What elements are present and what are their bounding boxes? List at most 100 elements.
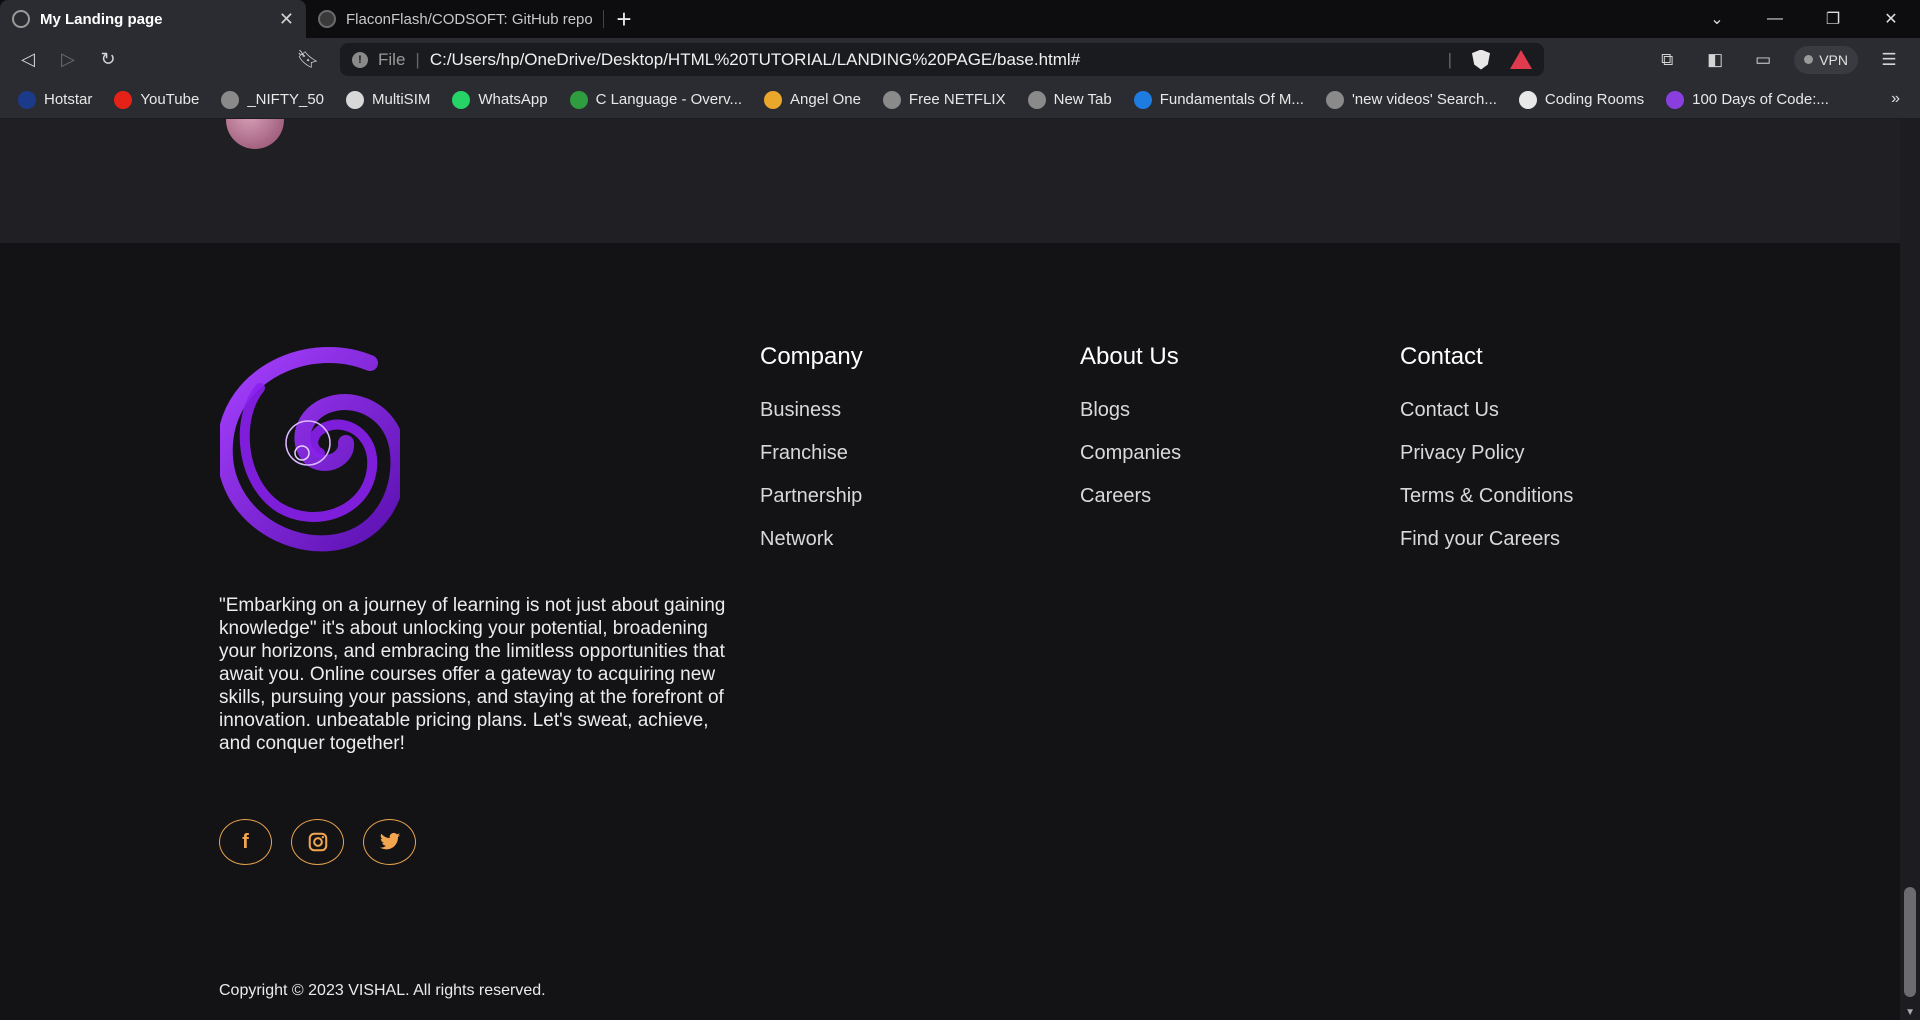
tab-my-landing-page[interactable]: My Landing page ✕ [0,0,306,38]
footer-link-contact-us[interactable]: Contact Us [1400,399,1573,442]
scroll-down-icon[interactable]: ▼ [1905,1007,1915,1018]
footer-column-company: Company Business Franchise Partnership N… [760,343,863,571]
bookmark-favicon-icon [18,90,36,109]
bookmark-label: Fundamentals Of M... [1159,91,1304,108]
bookmark-label: WhatsApp [478,91,548,108]
address-bar[interactable]: ! File | C:/Users/hp/OneDrive/Desktop/HT… [340,43,1544,76]
footer-link-network[interactable]: Network [760,528,863,571]
footer-link-find-careers[interactable]: Find your Careers [1400,528,1573,571]
toolbar-right: ⧉ ◧ ▭ VPN ☰ [1650,38,1920,81]
restore-button[interactable]: ❐ [1804,0,1862,38]
bookmark-item[interactable]: MultiSIM [346,90,431,109]
page-scrollbar[interactable]: ▼ [1900,119,1920,1020]
instagram-icon[interactable] [291,819,344,865]
tab-title: My Landing page [40,10,163,28]
bookmark-favicon-icon [1133,90,1152,109]
bookmark-label: New Tab [1053,91,1112,108]
vpn-label: VPN [1819,51,1848,68]
browser-toolbar: ◁ ▷ ↻ 🔖︎ ! File | C:/Users/hp/OneDrive/D… [0,38,1920,81]
bookmark-item[interactable]: WhatsApp [452,90,548,109]
column-title: About Us [1080,343,1179,370]
bookmarks-bar: Hotstar YouTube _NIFTY_50 MultiSIM WhatsApp C… [0,81,1920,119]
tab-search-icon[interactable]: ⌄ [1688,0,1746,38]
bookmark-item[interactable]: Angel One [764,90,861,109]
avatar [226,119,284,149]
bookmark-favicon-icon [1325,90,1344,109]
bookmark-item[interactable]: Coding Rooms [1518,90,1645,109]
bookmark-item[interactable]: _NIFTY_50 [221,90,325,109]
footer-quote: "Embarking on a journey of learning is n… [219,595,726,754]
brave-shields-icon[interactable] [1472,49,1490,70]
bookmark-label: MultiSIM [372,91,431,108]
bookmark-favicon-icon [114,90,133,109]
bookmark-label: YouTube [140,91,200,108]
bookmark-label: Hotstar [44,91,93,108]
bookmark-item[interactable]: Fundamentals Of M... [1133,90,1304,109]
facebook-icon[interactable]: f [219,819,272,865]
bookmark-favicon-icon [346,90,365,109]
new-tab-button[interactable]: + [604,0,644,38]
bookmark-label: C Language - Overv... [595,91,743,108]
footer-column-contact: Contact Contact Us Privacy Policy Terms … [1400,343,1573,571]
url-separator: | [415,49,420,69]
spiral-logo-icon [220,347,400,552]
column-title: Contact [1400,343,1483,370]
bookmark-item[interactable]: Free NETFLIX [882,90,1006,109]
bookmark-label: 'new videos' Search... [1351,91,1497,108]
footer-link-blogs[interactable]: Blogs [1080,399,1181,442]
column-title: Company [760,343,863,370]
bookmark-item[interactable]: New Tab [1027,90,1112,109]
tab-strip: My Landing page ✕ FlaconFlash/CODSOFT: G… [0,0,1920,38]
bookmark-label: Free NETFLIX [908,91,1006,108]
bookmark-item[interactable]: C Language - Overv... [569,90,743,109]
back-button[interactable]: ◁ [8,42,48,78]
globe-icon [12,10,30,28]
github-icon [318,10,336,28]
copyright-text: Copyright © 2023 VISHAL. All rights rese… [219,982,546,999]
bookmark-favicon-icon [1666,90,1685,109]
bookmark-icon[interactable]: 🔖︎ [288,42,328,78]
footer-link-companies[interactable]: Companies [1080,442,1181,485]
wallet-icon[interactable]: ▭ [1746,43,1780,77]
url-scheme: File [378,49,406,69]
brave-rewards-icon[interactable] [1510,50,1532,69]
minimize-button[interactable]: — [1746,0,1804,38]
social-links: f [219,819,416,865]
page-viewport: "Embarking on a journey of learning is n… [0,119,1900,1020]
footer-link-privacy-policy[interactable]: Privacy Policy [1400,442,1573,485]
bookmark-label: _NIFTY_50 [247,91,325,108]
window-controls: ⌄ — ❐ ✕ [1688,0,1920,38]
tab-github[interactable]: FlaconFlash/CODSOFT: GitHub reposit [306,0,604,38]
menu-icon[interactable]: ☰ [1872,43,1906,77]
bookmark-favicon-icon [452,90,471,109]
bookmark-favicon-icon [1027,90,1046,109]
footer-link-careers[interactable]: Careers [1080,485,1181,528]
bookmark-item[interactable]: 100 Days of Code:... [1666,90,1829,109]
bookmarks-overflow-icon[interactable]: » [1891,90,1900,108]
bookmark-item[interactable]: Hotstar [18,90,93,109]
bookmark-label: 100 Days of Code:... [1692,91,1829,108]
twitter-icon[interactable] [363,819,416,865]
reload-button[interactable]: ↻ [88,42,128,78]
bookmark-favicon-icon [221,90,240,109]
url-text[interactable]: C:/Users/hp/OneDrive/Desktop/HTML%20TUTO… [430,50,1448,70]
sidebar-icon[interactable]: ◧ [1698,43,1732,77]
bookmark-label: Angel One [790,91,861,108]
site-info-icon[interactable]: ! [352,51,368,68]
bookmark-item[interactable]: YouTube [114,90,200,109]
footer-link-terms[interactable]: Terms & Conditions [1400,485,1573,528]
close-tab-icon[interactable]: ✕ [279,9,294,30]
forward-button[interactable]: ▷ [48,42,88,78]
close-window-button[interactable]: ✕ [1862,0,1920,38]
bookmark-item[interactable]: 'new videos' Search... [1325,90,1497,109]
scrollbar-thumb[interactable] [1904,887,1916,997]
footer-link-business[interactable]: Business [760,399,863,442]
bookmark-label: Coding Rooms [1544,91,1645,108]
footer-link-franchise[interactable]: Franchise [760,442,863,485]
previous-section [0,119,1900,243]
footer-link-partnership[interactable]: Partnership [760,485,863,528]
bookmark-favicon-icon [764,90,783,109]
vpn-button[interactable]: VPN [1794,45,1858,74]
extensions-icon[interactable]: ⧉ [1650,43,1684,77]
tab-title: FlaconFlash/CODSOFT: GitHub reposit [346,10,592,28]
